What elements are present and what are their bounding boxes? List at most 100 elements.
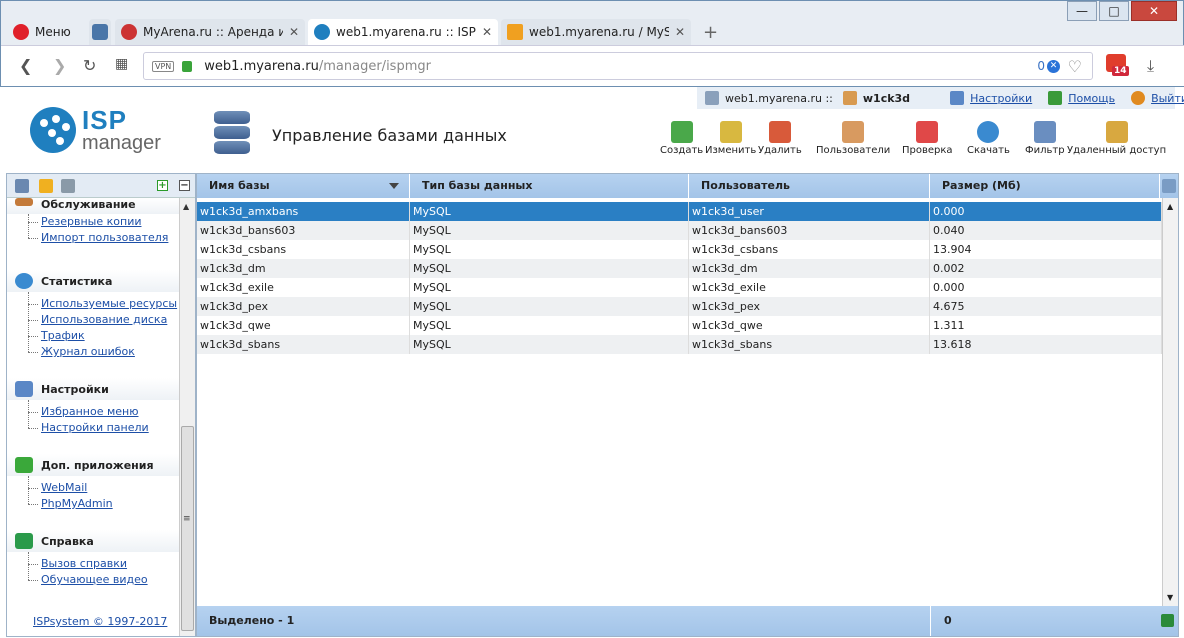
tab-phpmyadmin[interactable]: web1.myarena.ru / MySQL ✕ xyxy=(501,19,691,45)
table-cell: w1ck3d_amxbans xyxy=(197,202,410,221)
column-header-type[interactable]: Тип базы данных xyxy=(410,174,689,198)
close-tab-icon[interactable]: ✕ xyxy=(675,25,685,39)
copyright-link[interactable]: ISPsystem © 1997-2017 xyxy=(33,615,167,628)
sidebar-item-training-video[interactable]: Обучающее видео xyxy=(28,572,179,588)
edit-icon xyxy=(719,121,742,143)
table-footer: Выделено - 1 0 xyxy=(197,606,1178,636)
table-row[interactable]: w1ck3d_exile MySQL w1ck3d_exile 0.000 xyxy=(197,278,1162,297)
users-icon xyxy=(842,121,865,143)
table-row[interactable]: w1ck3d_bans603 MySQL w1ck3d_bans603 0.040 xyxy=(197,221,1162,240)
table-cell: 1.311 xyxy=(930,316,1162,335)
scroll-up-icon[interactable]: ▲ xyxy=(183,202,189,211)
sidebar-item-backups[interactable]: Резервные копии xyxy=(28,214,179,230)
sidebar-group-header[interactable]: Статистика xyxy=(7,270,179,292)
table-row[interactable]: w1ck3d_dm MySQL w1ck3d_dm 0.002 xyxy=(197,259,1162,278)
table-row[interactable]: w1ck3d_sbans MySQL w1ck3d_sbans 13.618 xyxy=(197,335,1162,354)
vpn-badge[interactable]: VPN xyxy=(152,60,175,72)
settings-monitor-icon xyxy=(15,381,33,397)
extension-button[interactable]: 14 xyxy=(1106,54,1130,78)
browser-window: — □ ✕ Меню MyArena.ru :: Аренда игро ✕ w… xyxy=(0,0,1184,87)
sidebar-item-disk-usage[interactable]: Использование диска xyxy=(28,312,179,328)
url-input[interactable]: VPN web1.myarena.ru/manager/ispmgr 0 ✕ ♡ xyxy=(143,52,1093,80)
table-row[interactable]: w1ck3d_qwe MySQL w1ck3d_qwe 1.311 xyxy=(197,316,1162,335)
opera-menu-button[interactable]: Меню xyxy=(7,19,83,45)
download-icon[interactable]: ⤓ xyxy=(1147,56,1154,76)
sidebar-item-panel-settings[interactable]: Настройки панели xyxy=(28,420,179,436)
sidebar-item-webmail[interactable]: WebMail xyxy=(28,480,179,496)
settings-link-wrap[interactable]: Настройки xyxy=(950,91,1032,105)
tab-ispmgr[interactable]: web1.myarena.ru :: ISPmar ✕ xyxy=(308,19,498,45)
tab-title: MyArena.ru :: Аренда игро xyxy=(143,25,283,39)
close-tab-icon[interactable]: ✕ xyxy=(289,25,299,39)
sidebar-group-header[interactable]: Справка xyxy=(7,530,179,552)
menu-tree-icon[interactable] xyxy=(15,179,29,193)
forward-icon[interactable]: ❯ xyxy=(53,56,66,75)
sidebar-items: Используемые ресурсы Использование диска… xyxy=(7,292,179,360)
close-tab-icon[interactable]: ✕ xyxy=(482,25,492,39)
create-icon xyxy=(670,121,693,143)
sidebar-item-favorites-menu[interactable]: Избранное меню xyxy=(28,404,179,420)
delete-button[interactable]: Удалить xyxy=(758,121,802,156)
footer-divider xyxy=(930,606,931,636)
sidebar-item-error-log[interactable]: Журнал ошибок xyxy=(28,344,179,360)
users-button[interactable]: Пользователи xyxy=(816,121,890,156)
adblock-count: 0 xyxy=(1037,59,1045,73)
scroll-thumb[interactable] xyxy=(181,426,194,631)
filter-button[interactable]: Фильтр xyxy=(1025,121,1065,156)
logout-link[interactable]: Выйти xyxy=(1151,92,1184,105)
table-cell: 13.618 xyxy=(930,335,1162,354)
sidebar-group-header[interactable]: Настройки xyxy=(7,378,179,400)
tab-vk[interactable] xyxy=(89,19,111,45)
help-book-icon xyxy=(15,533,33,549)
speed-dial-icon[interactable]: ▦ xyxy=(115,56,128,72)
table-row[interactable]: w1ck3d_csbans MySQL w1ck3d_csbans 13.904 xyxy=(197,240,1162,259)
excel-export-icon[interactable] xyxy=(1161,614,1174,627)
user-name: w1ck3d xyxy=(862,91,911,105)
download-button[interactable]: Скачать xyxy=(967,121,1010,156)
adblock-counter[interactable]: 0 ✕ xyxy=(1037,59,1060,73)
users-label: Пользователи xyxy=(816,145,891,156)
edit-button[interactable]: Изменить xyxy=(705,121,756,156)
sidebar-item-phpmyadmin[interactable]: PhpMyAdmin xyxy=(28,496,179,512)
lock-icon[interactable] xyxy=(182,60,193,72)
sidebar-group-header[interactable]: Доп. приложения xyxy=(7,454,179,476)
help-link[interactable]: Помощь xyxy=(1068,92,1115,105)
check-label: Проверка xyxy=(902,145,953,156)
scroll-up-icon[interactable]: ▲ xyxy=(1167,202,1173,211)
table-row[interactable]: w1ck3d_amxbans MySQL w1ck3d_user 0.000 xyxy=(197,202,1162,221)
table-cell: 4.675 xyxy=(930,297,1162,316)
logout-link-wrap[interactable]: Выйти xyxy=(1131,91,1184,105)
column-header-name[interactable]: Имя базы xyxy=(197,174,410,198)
new-tab-button[interactable]: + xyxy=(697,19,721,45)
settings-link[interactable]: Настройки xyxy=(970,92,1032,105)
column-header-size[interactable]: Размер (Мб) xyxy=(930,174,1160,198)
sidebar-item-import-user[interactable]: Импорт пользователя xyxy=(28,230,179,246)
reload-icon[interactable]: ↻ xyxy=(83,56,96,75)
remote-access-button[interactable]: Удаленный доступ xyxy=(1067,121,1166,156)
check-icon xyxy=(916,121,939,143)
sidebar-item-call-help[interactable]: Вызов справки xyxy=(28,556,179,572)
back-icon[interactable]: ❮ xyxy=(19,56,32,75)
scroll-down-icon[interactable]: ▼ xyxy=(1167,593,1173,602)
column-header-user[interactable]: Пользователь xyxy=(689,174,930,198)
table-scrollbar[interactable]: ▲ ▼ xyxy=(1162,198,1178,606)
sidebar-scrollbar[interactable]: ▲ ≡ xyxy=(179,198,195,636)
collapse-all-icon[interactable]: − xyxy=(179,180,190,191)
sidebar-item-traffic[interactable]: Трафик xyxy=(28,328,179,344)
create-button[interactable]: Создать xyxy=(660,121,703,156)
table-row[interactable]: w1ck3d_pex MySQL w1ck3d_pex 4.675 xyxy=(197,297,1162,316)
sidebar-item-resources[interactable]: Используемые ресурсы xyxy=(28,296,179,312)
tab-myarena[interactable]: MyArena.ru :: Аренда игро ✕ xyxy=(115,19,305,45)
sidebar-items: Резервные копии Импорт пользователя xyxy=(7,214,179,246)
logo-manager: manager xyxy=(82,132,161,154)
check-button[interactable]: Проверка xyxy=(902,121,953,156)
briefcase-icon[interactable] xyxy=(61,179,75,193)
expand-all-icon[interactable]: + xyxy=(157,180,168,191)
bookmark-heart-icon[interactable]: ♡ xyxy=(1068,57,1082,76)
sidebar-group-header[interactable]: Обслуживание xyxy=(7,198,179,214)
pie-chart-icon xyxy=(15,273,33,289)
help-link-wrap[interactable]: Помощь xyxy=(1048,91,1115,105)
key-icon xyxy=(1105,121,1128,143)
favorites-star-icon[interactable] xyxy=(39,179,53,193)
table-settings-icon[interactable] xyxy=(1162,179,1176,193)
